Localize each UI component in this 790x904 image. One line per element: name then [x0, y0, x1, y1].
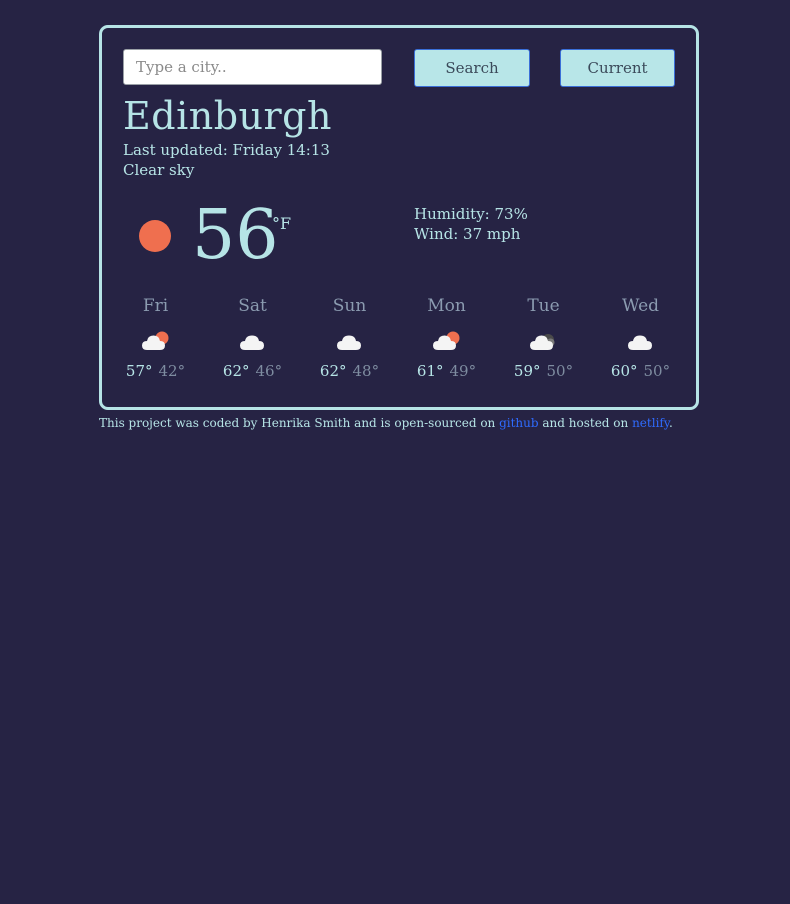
forecast-min-temp: 50°: [546, 362, 574, 380]
forecast-max-temp: 60°: [610, 362, 638, 380]
footer-text: .: [669, 416, 673, 430]
current-location-button[interactable]: Current: [560, 49, 675, 87]
forecast-day: Wed 60° 50°: [592, 296, 689, 380]
weather-card: Search Current Edinburgh Last updated: F…: [99, 25, 699, 410]
footer-text: This project was coded by Henrika Smith …: [99, 416, 500, 430]
footer: This project was coded by Henrika Smith …: [99, 416, 673, 430]
weather-description: Clear sky: [123, 161, 195, 179]
current-temperature: 56: [192, 196, 279, 275]
cloud-sun-icon: [432, 331, 459, 350]
last-updated: Last updated: Friday 14:13: [123, 141, 330, 159]
forecast-day-name: Mon: [427, 296, 466, 316]
forecast-day: Fri 57° 42°: [107, 296, 204, 380]
netlify-link[interactable]: netlify: [632, 416, 669, 430]
cloud-icon: [627, 335, 652, 350]
forecast-max-temp: 61°: [416, 362, 444, 380]
forecast-min-temp: 46°: [255, 362, 283, 380]
github-link[interactable]: github: [499, 416, 538, 430]
forecast-day: Mon 61° 49°: [398, 296, 495, 380]
forecast-day-name: Sat: [238, 296, 267, 316]
forecast-max-temp: 62°: [222, 362, 250, 380]
cloud-sun-icon: [141, 331, 168, 350]
forecast-min-temp: 42°: [158, 362, 186, 380]
cloud-moon-icon: [529, 334, 554, 350]
forecast-day-name: Sun: [332, 296, 367, 316]
forecast-min-temp: 49°: [449, 362, 477, 380]
forecast-day: Tue 59° 50°: [495, 296, 592, 380]
forecast-max-temp: 59°: [513, 362, 541, 380]
forecast-max-temp: 62°: [319, 362, 347, 380]
footer-text: and hosted on: [538, 416, 633, 430]
wind-speed: Wind: 37 mph: [414, 225, 521, 243]
humidity: Humidity: 73%: [414, 205, 528, 223]
forecast-min-temp: 48°: [352, 362, 380, 380]
forecast-day: Sat 62° 46°: [204, 296, 301, 380]
forecast-day-name: Fri: [142, 296, 169, 316]
forecast-day: Sun 62° 48°: [301, 296, 398, 380]
forecast-max-temp: 57°: [125, 362, 153, 380]
forecast-min-temp: 50°: [643, 362, 671, 380]
forecast: Fri 57° 42° Sat 62° 46° Sun 62° 48° Mon …: [107, 296, 689, 386]
cloud-icon: [336, 335, 361, 350]
temperature-unit[interactable]: °F: [272, 214, 291, 233]
city-search-input[interactable]: [123, 49, 382, 85]
search-button[interactable]: Search: [414, 49, 530, 87]
cloud-icon: [239, 335, 264, 350]
sun-icon: [139, 220, 171, 252]
forecast-day-name: Tue: [527, 296, 560, 316]
city-name: Edinburgh: [123, 94, 332, 138]
forecast-day-name: Wed: [621, 296, 660, 316]
